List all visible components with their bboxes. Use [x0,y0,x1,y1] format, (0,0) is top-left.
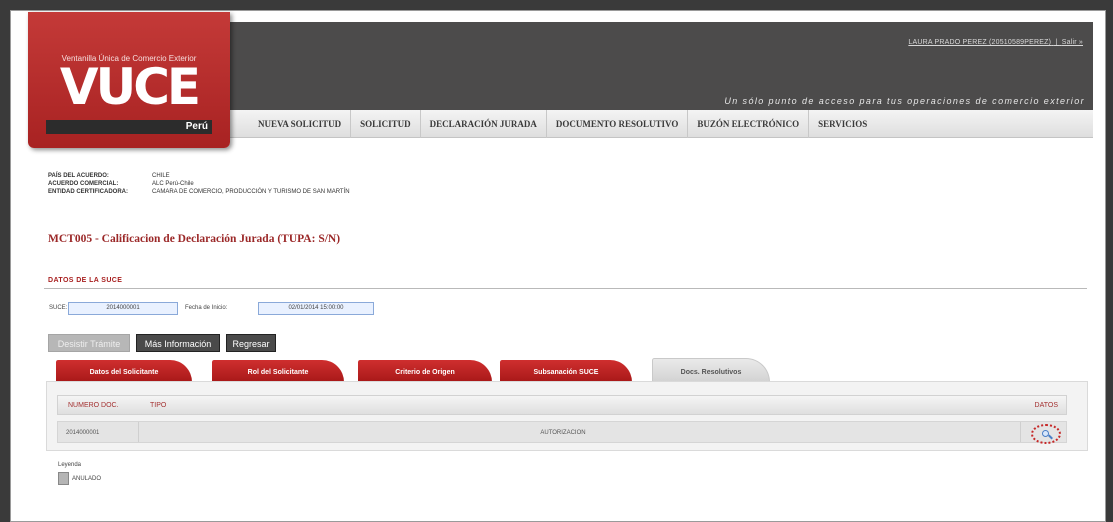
agreement-info: PAÍS DEL ACUERDO: CHILE ACUERDO COMERCIA… [48,172,350,196]
vuce-logo[interactable]: Ventanilla Única de Comercio Exterior VU… [28,12,230,148]
tab-criterio-origen[interactable]: Criterio de Origen [358,360,492,382]
entidad-value: CAMARA DE COMERCIO, PRODUCCIÓN Y TURISMO… [152,189,350,195]
mas-informacion-button[interactable]: Más Información [136,334,220,352]
logo-country: Perú [185,121,208,132]
fecha-field[interactable]: 02/01/2014 15:00:00 [258,302,374,315]
tab-subsanacion-suce[interactable]: Subsanación SUCE [500,360,632,382]
col-datos[interactable]: DATOS [1035,396,1058,416]
suce-field[interactable]: 2014000001 [68,302,178,315]
legend-label: Leyenda [58,462,82,468]
user-menu[interactable]: LAURA PRADO PEREZ (20510589PEREZ) | Sali… [908,39,1083,46]
nav-item-servicios[interactable]: SERVICIOS [809,110,876,138]
acuerdo-label: ACUERDO COMERCIAL: [48,181,119,187]
regresar-button[interactable]: Regresar [226,334,276,352]
pais-value: CHILE [152,173,170,179]
logo-wordmark: VUCE [59,58,201,116]
search-icon[interactable] [1031,424,1061,444]
nav-item-declaracion-jurada[interactable]: DECLARACIÓN JURADA [421,110,547,138]
table-row[interactable]: 2014000001 AUTORIZACION [57,421,1067,443]
desistir-button[interactable]: Desistir Trámite [48,334,130,352]
section-divider [44,288,1087,289]
logout-link[interactable]: Salir » [1062,39,1083,46]
row-tipo: AUTORIZACION [540,430,586,436]
legend-item: ANULADO [72,476,102,482]
nav-item-documento-resolutivo[interactable]: DOCUMENTO RESOLUTIVO [547,110,689,138]
tab-datos-solicitante[interactable]: Datos del Solicitante [56,360,192,382]
page-title: MCT005 - Calificacion de Declaración Jur… [48,233,341,245]
header-bar: LAURA PRADO PEREZ (20510589PEREZ) | Sali… [215,22,1093,110]
magnifier-handle [1048,434,1053,440]
fecha-label: Fecha de Inicio: [185,305,228,311]
entidad-label: ENTIDAD CERTIFICADORA: [48,189,128,195]
user-link[interactable]: LAURA PRADO PEREZ (20510589PEREZ) [908,39,1051,46]
acuerdo-value: ALC Perú-Chile [152,181,194,187]
tagline: Un sólo punto de acceso para tus operaci… [724,96,1085,106]
col-tipo[interactable]: TIPO [150,396,166,416]
nav-item-solicitud[interactable]: SOLICITUD [351,110,421,138]
legend-swatch [58,472,69,485]
pais-label: PAÍS DEL ACUERDO: [48,173,109,179]
col-numero-doc[interactable]: NUMERO DOC. [68,396,119,416]
main-nav: NUEVA SOLICITUD SOLICITUD DECLARACIÓN JU… [215,110,1093,138]
tab-docs-resolutivos[interactable]: Docs. Resolutivos [652,358,770,382]
docs-table: NUMERO DOC. TIPO DATOS 2014000001 AUTORI… [57,395,1067,443]
nav-item-nueva-solicitud[interactable]: NUEVA SOLICITUD [249,110,352,138]
table-header: NUMERO DOC. TIPO DATOS [57,395,1067,415]
suce-label: SUCE: [49,305,68,311]
cell-divider [1020,422,1021,442]
section-title: DATOS DE LA SUCE [48,277,123,284]
nav-item-buzon-electronico[interactable]: BUZÓN ELECTRÓNICO [688,110,810,138]
tab-panel: NUMERO DOC. TIPO DATOS 2014000001 AUTORI… [46,381,1088,451]
tab-rol-solicitante[interactable]: Rol del Solicitante [212,360,344,382]
